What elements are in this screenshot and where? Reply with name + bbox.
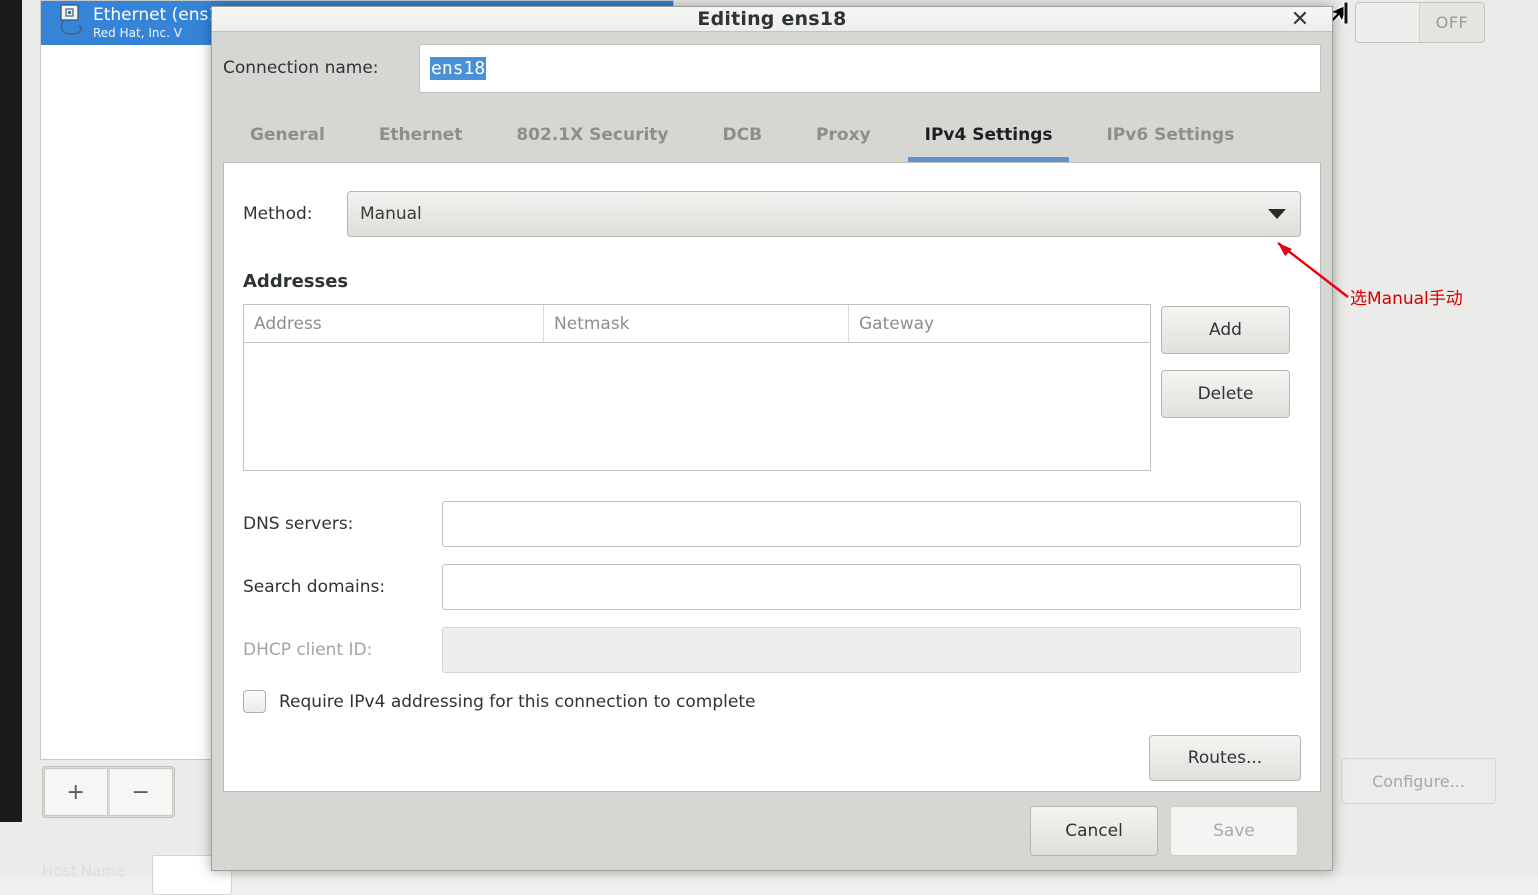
dhcp-client-id-input: [442, 627, 1301, 673]
tab-general-label: General: [250, 125, 325, 145]
dns-servers-label: DNS servers:: [243, 514, 442, 534]
network-toggle-switch[interactable]: OFF: [1355, 2, 1485, 43]
dialog-body: Connection name: ens18 General Ethernet …: [212, 32, 1332, 870]
tab-dcb[interactable]: DCB: [696, 108, 790, 162]
tab-proxy[interactable]: Proxy: [789, 108, 898, 162]
configure-button[interactable]: Configure...: [1341, 758, 1496, 804]
method-value: Manual: [360, 204, 422, 224]
method-label: Method:: [243, 204, 347, 224]
addresses-heading: Addresses: [243, 271, 1301, 292]
tab-ipv4-settings-label: IPv4 Settings: [925, 125, 1053, 145]
dialog-title: Editing ens18: [697, 8, 846, 30]
tab-ipv6-settings[interactable]: IPv6 Settings: [1079, 108, 1261, 162]
tab-ipv4-settings[interactable]: IPv4 Settings: [898, 108, 1080, 162]
routes-button[interactable]: Routes...: [1149, 735, 1301, 781]
require-ipv4-label: Require IPv4 addressing for this connect…: [279, 692, 755, 712]
dhcp-client-id-label: DHCP client ID:: [243, 640, 442, 660]
require-ipv4-row[interactable]: Require IPv4 addressing for this connect…: [243, 690, 1301, 713]
ethernet-icon: [51, 3, 91, 43]
annotation-text: 选Manual手动: [1350, 284, 1463, 309]
dns-servers-input[interactable]: [442, 501, 1301, 547]
settings-tabs: General Ethernet 802.1X Security DCB Pro…: [212, 104, 1332, 162]
search-domains-row: Search domains:: [243, 564, 1301, 610]
tab-proxy-label: Proxy: [816, 125, 871, 145]
column-header-gateway: Gateway: [849, 305, 1150, 342]
dialog-titlebar: Editing ens18 ✕: [212, 7, 1332, 32]
connection-name-label: Connection name:: [223, 58, 419, 78]
method-row: Method: Manual: [243, 191, 1301, 237]
chevron-down-icon: [1268, 209, 1286, 219]
tab-dcb-label: DCB: [723, 125, 763, 145]
toggle-knob: [1356, 3, 1420, 42]
addresses-buttons: Add Delete: [1161, 304, 1290, 471]
search-domains-label: Search domains:: [243, 577, 442, 597]
tab-8021x-security[interactable]: 802.1X Security: [489, 108, 695, 162]
desktop-left-strip-lower: [0, 822, 22, 877]
search-domains-input[interactable]: [442, 564, 1301, 610]
editing-connection-dialog: Editing ens18 ✕ Connection name: ens18 G…: [211, 6, 1333, 871]
dialog-footer: Cancel Save: [212, 792, 1332, 870]
desktop-left-strip: [0, 0, 22, 822]
addresses-section: Address Netmask Gateway Add Delete: [243, 304, 1301, 471]
addresses-table-header: Address Netmask Gateway: [244, 305, 1150, 343]
connection-name-row: Connection name: ens18: [212, 32, 1332, 104]
column-header-address: Address: [244, 305, 544, 342]
addresses-table-body: [244, 343, 1150, 470]
ipv4-settings-panel: Method: Manual Addresses Address Netmask…: [223, 162, 1321, 792]
add-address-button[interactable]: Add: [1161, 306, 1290, 354]
remove-connection-button[interactable]: −: [110, 768, 173, 816]
tab-ipv6-settings-label: IPv6 Settings: [1106, 125, 1234, 145]
tab-general[interactable]: General: [223, 108, 352, 162]
cancel-button[interactable]: Cancel: [1030, 806, 1158, 856]
tab-ethernet-label: Ethernet: [379, 125, 463, 145]
connection-name-value: ens18: [430, 57, 486, 80]
method-dropdown[interactable]: Manual: [347, 191, 1301, 237]
routes-row: Routes...: [243, 735, 1301, 781]
connection-name-input[interactable]: ens18: [419, 44, 1321, 93]
toggle-label: OFF: [1420, 3, 1484, 42]
tab-ethernet[interactable]: Ethernet: [352, 108, 490, 162]
save-button: Save: [1170, 806, 1298, 856]
delete-address-button[interactable]: Delete: [1161, 370, 1290, 418]
addresses-table[interactable]: Address Netmask Gateway: [243, 304, 1151, 471]
tab-8021x-security-label: 802.1X Security: [516, 125, 668, 145]
column-header-netmask: Netmask: [544, 305, 849, 342]
connection-add-remove-group: + −: [42, 766, 175, 818]
dhcp-client-id-row: DHCP client ID:: [243, 627, 1301, 673]
host-name-label: Host Name: [42, 862, 125, 880]
require-ipv4-checkbox[interactable]: [243, 690, 266, 713]
add-connection-button[interactable]: +: [44, 768, 108, 816]
close-icon[interactable]: ✕: [1286, 5, 1314, 33]
dns-servers-row: DNS servers:: [243, 501, 1301, 547]
